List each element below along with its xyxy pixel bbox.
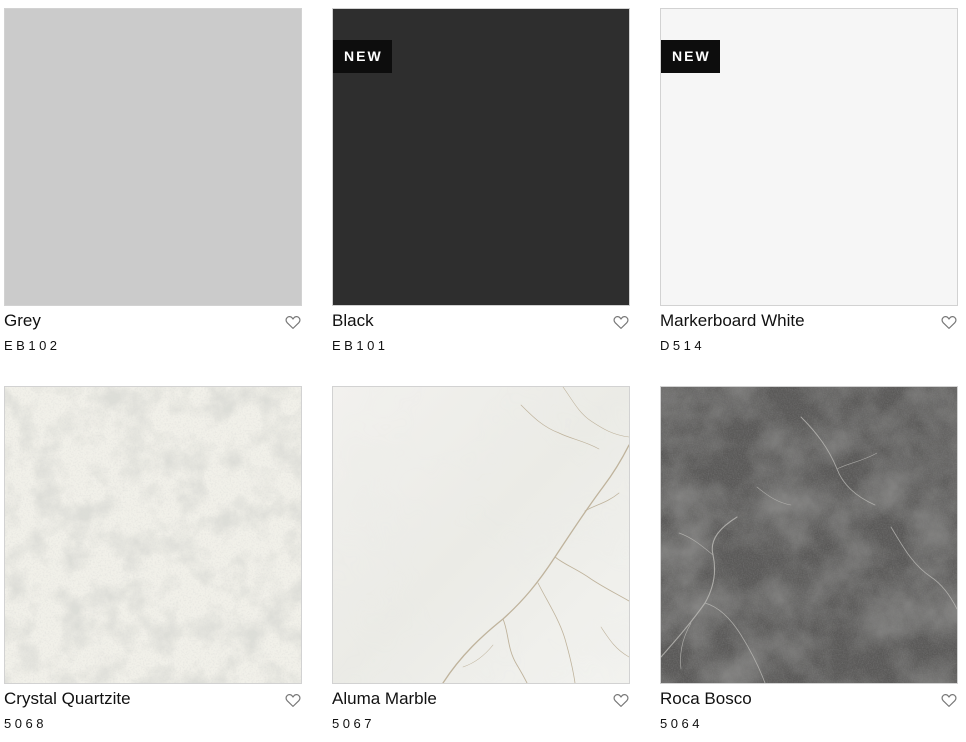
product-swatch-grey[interactable] (4, 8, 302, 306)
product-card[interactable]: Grey EB102 (4, 8, 302, 356)
product-name[interactable]: Grey (4, 311, 41, 331)
product-name[interactable]: Markerboard White (660, 311, 805, 331)
product-swatch-markerboard-white[interactable]: NEW (660, 8, 958, 306)
product-code: 5067 (332, 716, 375, 731)
product-swatch-roca-bosco[interactable] (660, 386, 958, 684)
product-meta: Crystal Quartzite 5068 (4, 684, 302, 734)
heart-icon[interactable] (940, 691, 958, 709)
heart-icon[interactable] (940, 313, 958, 331)
product-name[interactable]: Roca Bosco (660, 689, 752, 709)
product-swatch-crystal-quartzite[interactable] (4, 386, 302, 684)
product-code: EB102 (4, 338, 61, 353)
product-meta: Aluma Marble 5067 (332, 684, 630, 734)
product-card[interactable]: NEW Markerboard White D514 (660, 8, 958, 356)
product-meta: Black EB101 (332, 306, 630, 356)
product-code: 5064 (660, 716, 703, 731)
product-code: 5068 (4, 716, 47, 731)
marble-texture (333, 387, 629, 683)
product-name[interactable]: Black (332, 311, 374, 331)
product-code: D514 (660, 338, 706, 353)
product-card[interactable]: Roca Bosco 5064 (660, 386, 958, 734)
new-badge: NEW (661, 40, 720, 73)
new-badge: NEW (333, 40, 392, 73)
product-card[interactable]: Crystal Quartzite 5068 (4, 386, 302, 734)
product-swatch-black[interactable]: NEW (332, 8, 630, 306)
heart-icon[interactable] (612, 691, 630, 709)
product-name[interactable]: Aluma Marble (332, 689, 437, 709)
product-code: EB101 (332, 338, 389, 353)
product-meta: Grey EB102 (4, 306, 302, 356)
heart-icon[interactable] (284, 313, 302, 331)
heart-icon[interactable] (284, 691, 302, 709)
product-swatch-aluma-marble[interactable] (332, 386, 630, 684)
heart-icon[interactable] (612, 313, 630, 331)
product-card[interactable]: NEW Black EB101 (332, 8, 630, 356)
product-meta: Roca Bosco 5064 (660, 684, 958, 734)
quartzite-texture (5, 387, 301, 683)
product-grid: Grey EB102 NEW Black EB101 NEW Markerboa… (0, 0, 966, 742)
product-meta: Markerboard White D514 (660, 306, 958, 356)
product-card[interactable]: Aluma Marble 5067 (332, 386, 630, 734)
product-name[interactable]: Crystal Quartzite (4, 689, 131, 709)
dark-stone-texture (661, 387, 957, 683)
